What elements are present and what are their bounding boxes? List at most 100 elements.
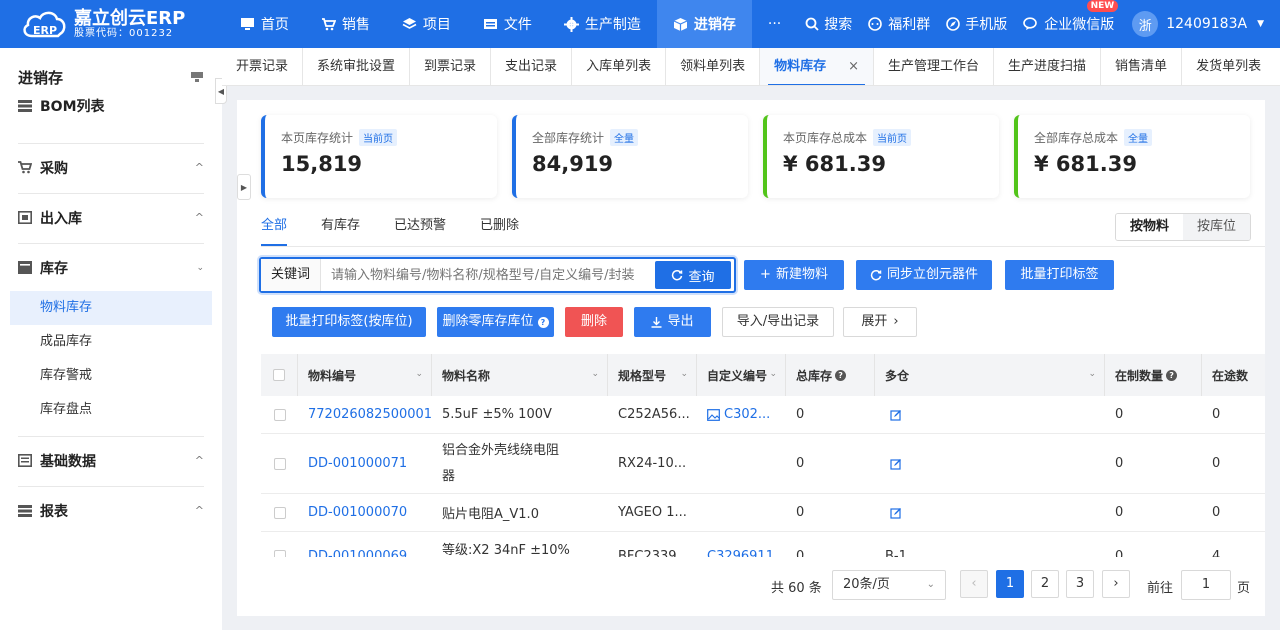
filter-alerted[interactable]: 已达预警 xyxy=(394,210,446,248)
stat-value: 15,819 xyxy=(281,152,363,176)
tab-received-invoices[interactable]: 到票记录 xyxy=(410,48,492,85)
delete-button[interactable]: 删除 xyxy=(565,307,623,337)
sidebar-item-purchase[interactable]: 采购 ^ xyxy=(18,143,204,191)
edit-icon[interactable] xyxy=(890,507,902,519)
sidebar-item-base-data[interactable]: 基础数据 ^ xyxy=(18,436,204,484)
nav-production[interactable]: 生产制造 xyxy=(548,0,657,48)
page-1-button[interactable]: 1 xyxy=(996,570,1024,598)
tab-expense-records[interactable]: 支出记录 xyxy=(491,48,573,85)
tab-progress-scan[interactable]: 生产进度扫描 xyxy=(994,48,1102,85)
col-wip[interactable]: 在制数量? xyxy=(1105,354,1202,396)
mobile-link[interactable]: 手机版 xyxy=(938,14,1015,34)
search-input[interactable] xyxy=(321,260,655,290)
nav-inventory[interactable]: 进销存 xyxy=(656,0,752,48)
next-page-button[interactable]: › xyxy=(1102,570,1130,598)
user-id[interactable]: 12409183A xyxy=(1166,16,1247,32)
nav-more[interactable]: ··· xyxy=(752,0,797,48)
batch-print-button[interactable]: 批量打印标签 xyxy=(1005,260,1114,290)
sync-components-button[interactable]: 同步立创元器件 xyxy=(856,260,992,290)
total-stock: 0 xyxy=(796,548,805,558)
nav-home[interactable]: 首页 xyxy=(224,0,305,48)
nav-sales[interactable]: 销售 xyxy=(305,0,386,48)
material-code-link[interactable]: DD-001000070 xyxy=(298,494,432,531)
filter-all[interactable]: 全部 xyxy=(261,210,288,248)
tab-material-stock[interactable]: 物料库存 × xyxy=(760,48,875,85)
tab-approval-settings[interactable]: 系统审批设置 xyxy=(303,48,411,85)
sidebar-item-report[interactable]: 报表 ^ xyxy=(18,486,204,534)
col-transit[interactable]: 在途数 xyxy=(1202,354,1265,396)
row-checkbox[interactable] xyxy=(273,550,286,557)
edit-icon[interactable] xyxy=(890,409,902,421)
welfare-group-link[interactable]: 福利群 xyxy=(860,14,938,34)
page-3-button[interactable]: 3 xyxy=(1066,570,1094,598)
logo[interactable]: ERP 嘉立创云ERP 股票代码：001232 xyxy=(0,0,224,48)
prev-page-button[interactable]: ‹ xyxy=(960,570,988,598)
col-spec[interactable]: 规格型号 ⌄ xyxy=(608,354,697,396)
material-code-link[interactable]: DD-001000069 xyxy=(298,532,432,558)
goto-page-input[interactable]: 1 xyxy=(1181,570,1231,600)
pin-icon[interactable] xyxy=(190,71,204,83)
search-link[interactable]: 搜索 xyxy=(797,14,860,34)
col-name[interactable]: 物料名称 ⌄ xyxy=(432,354,608,396)
wechat-link[interactable]: 企业微信版 NEW xyxy=(1015,0,1122,34)
tab-inbound-list[interactable]: 入库单列表 xyxy=(572,48,667,85)
help-icon[interactable]: ? xyxy=(1166,369,1178,381)
sidebar-item-bom[interactable]: BOM列表 xyxy=(18,82,204,130)
nav-files[interactable]: 文件 xyxy=(467,0,548,48)
table-row[interactable]: DD-001000071 铝合金外壳线绕电阻器 RX24-10... 0 0 0 xyxy=(261,434,1265,494)
view-by-material[interactable]: 按物料 xyxy=(1116,214,1184,240)
col-code[interactable]: 物料编号 ⌄ xyxy=(298,354,432,396)
material-code-link[interactable]: DD-001000071 xyxy=(298,434,432,493)
table-row[interactable]: 772026082500001 5.5uF ±5% 100V C252A56..… xyxy=(261,396,1265,434)
custom-code[interactable]: C302... xyxy=(697,396,786,433)
chevron-right-icon: › xyxy=(893,314,899,329)
tab-production-workbench[interactable]: 生产管理工作台 xyxy=(874,48,995,85)
chevron-down-icon[interactable]: ▼ xyxy=(1257,19,1264,29)
sidebar-item-inout[interactable]: 出入库 ^ xyxy=(18,193,204,241)
select-all-checkbox[interactable] xyxy=(273,369,285,381)
search-icon xyxy=(805,17,819,31)
delete-zero-stock-button[interactable]: 删除零库存库位? xyxy=(437,307,554,337)
help-icon[interactable]: ? xyxy=(537,316,549,328)
material-code-link[interactable]: 772026082500001 xyxy=(298,396,432,433)
col-total[interactable]: 总库存? xyxy=(786,354,875,396)
sidebar-item-stock[interactable]: 库存 ⌄ xyxy=(18,243,204,291)
col-custom[interactable]: 自定义编号 ⌄ xyxy=(697,354,786,396)
import-export-records-button[interactable]: 导入/导出记录 xyxy=(722,307,834,337)
page-2-button[interactable]: 2 xyxy=(1031,570,1059,598)
new-material-button[interactable]: + 新建物料 xyxy=(744,260,844,290)
stat-card-page-stock: 本页库存统计 当前页 15,819 xyxy=(261,115,497,198)
row-checkbox[interactable] xyxy=(273,457,286,470)
expand-button[interactable]: 展开 › xyxy=(843,307,917,337)
nav-home-label: 首页 xyxy=(260,17,289,33)
sidebar-item-material-stock[interactable]: 物料库存 xyxy=(10,291,212,325)
sidebar-item-stock-alert[interactable]: 库存警戒 xyxy=(10,359,212,393)
row-checkbox[interactable] xyxy=(273,408,286,421)
filter-panel-expand-handle[interactable]: ▶ xyxy=(237,174,251,200)
table-row[interactable]: DD-001000070 贴片电阻A_V1.0 YAGEO 1... 0 0 0 xyxy=(261,494,1265,532)
table-row[interactable]: DD-001000069 等级:X2 34nF ±10% BFC2339... … xyxy=(261,532,1265,557)
tab-invoice-records[interactable]: 开票记录 xyxy=(222,48,304,85)
tab-picking-list[interactable]: 领料单列表 xyxy=(666,48,761,85)
query-button[interactable]: 查询 xyxy=(655,261,731,289)
nav-project[interactable]: 项目 xyxy=(386,0,467,48)
tab-delivery-list[interactable]: 发货单列表 xyxy=(1182,48,1275,85)
export-button[interactable]: 导出 xyxy=(634,307,711,337)
view-by-location[interactable]: 按库位 xyxy=(1183,214,1251,240)
sidebar-item-stock-check[interactable]: 库存盘点 xyxy=(10,393,212,427)
close-icon[interactable]: × xyxy=(848,59,859,74)
refresh-icon xyxy=(672,269,683,281)
col-multi[interactable]: 多仓 ⌄ xyxy=(875,354,1105,396)
avatar[interactable]: 浙 xyxy=(1132,11,1159,37)
row-checkbox[interactable] xyxy=(273,506,286,519)
page-size-select[interactable]: 20条/页 ⌄ xyxy=(832,570,946,600)
filter-in-stock[interactable]: 有库存 xyxy=(321,210,360,248)
sidebar-item-product-stock[interactable]: 成品库存 xyxy=(10,325,212,359)
help-icon[interactable]: ? xyxy=(835,369,847,381)
edit-icon[interactable] xyxy=(890,458,902,470)
batch-print-location-button[interactable]: 批量打印标签(按库位) xyxy=(272,307,426,337)
custom-code[interactable]: C3296911 xyxy=(697,532,786,558)
search-key-label[interactable]: 关键词 xyxy=(261,259,321,291)
filter-deleted[interactable]: 已删除 xyxy=(480,210,519,248)
tab-sales-list[interactable]: 销售清单 xyxy=(1101,48,1183,85)
